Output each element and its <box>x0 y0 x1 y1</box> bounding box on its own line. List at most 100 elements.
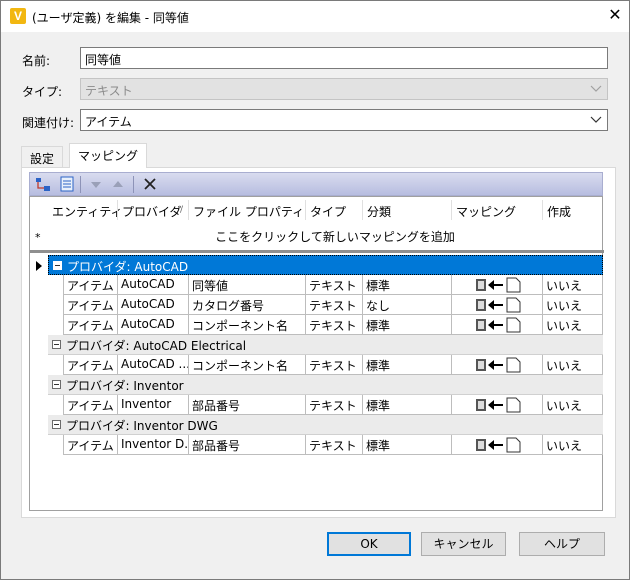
table-row[interactable]: アイテム AutoCAD カタログ番号 テキスト なし いいえ <box>63 295 603 315</box>
cell-create: いいえ <box>543 295 603 315</box>
group-header[interactable]: プロバイダ: Inventor DWG <box>48 415 603 435</box>
mapping-direction-icon <box>476 297 521 313</box>
tab-mapping[interactable]: マッピング <box>69 143 148 168</box>
close-icon[interactable]: ✕ <box>605 5 625 25</box>
column-header-file-property[interactable]: ファイル プロパティ <box>189 197 308 223</box>
cell-file-property: コンポーネント名 <box>189 355 306 375</box>
table-row[interactable]: アイテム AutoCAD コンポーネント名 テキスト 標準 いいえ <box>63 315 603 335</box>
name-field[interactable]: 同等値 <box>80 47 608 69</box>
help-button[interactable]: ヘルプ <box>519 532 605 556</box>
table-row[interactable]: アイテム Inventor 部品番号 テキスト 標準 いいえ <box>63 395 603 415</box>
sort-indicator-icon: / <box>180 205 184 215</box>
cell-provider: AutoCAD ... <box>118 355 189 375</box>
ok-button[interactable]: OK <box>327 532 411 556</box>
cell-create: いいえ <box>543 395 603 415</box>
cell-mapping <box>452 395 543 415</box>
cell-type: テキスト <box>306 435 363 455</box>
add-mapping-icon[interactable] <box>35 176 51 192</box>
cell-type: テキスト <box>306 395 363 415</box>
table-row[interactable]: アイテム AutoCAD 同等値 テキスト 標準 いいえ <box>63 275 603 295</box>
document-list-icon[interactable] <box>59 176 75 192</box>
cell-type: テキスト <box>306 275 363 295</box>
cell-type: テキスト <box>306 355 363 375</box>
title-bar: V (ユーザ定義) を編集 - 同等値 ✕ <box>1 1 629 32</box>
cell-classification: なし <box>363 295 452 315</box>
type-label: タイプ: <box>22 85 63 99</box>
column-header-entity[interactable]: エンティティ <box>48 197 127 223</box>
delete-icon[interactable] <box>142 176 158 192</box>
toolbar-separator <box>133 176 134 193</box>
cell-classification: 標準 <box>363 355 452 375</box>
type-select-value: テキスト <box>85 84 133 98</box>
collapse-icon[interactable] <box>53 261 62 270</box>
cell-file-property: 部品番号 <box>189 395 306 415</box>
cell-classification: 標準 <box>363 435 452 455</box>
column-header-create[interactable]: 作成 <box>543 197 575 223</box>
toolbar-separator <box>80 176 81 193</box>
name-label: 名前: <box>22 54 51 68</box>
mapping-direction-icon <box>476 357 521 373</box>
dialog-window: V (ユーザ定義) を編集 - 同等値 ✕ 名前: 同等値 タイプ: テキスト … <box>0 0 630 580</box>
tab-settings[interactable]: 設定 <box>21 146 64 168</box>
cell-provider: AutoCAD <box>118 315 189 335</box>
cell-file-property: コンポーネント名 <box>189 315 306 335</box>
window-title: (ユーザ定義) を編集 - 同等値 <box>32 11 189 25</box>
cell-type: テキスト <box>306 295 363 315</box>
group-header[interactable]: プロバイダ: AutoCAD <box>48 255 603 275</box>
cancel-button[interactable]: キャンセル <box>421 532 506 556</box>
mapping-direction-icon <box>476 277 521 293</box>
group-header[interactable]: プロバイダ: Inventor <box>48 375 603 395</box>
cell-entity: アイテム <box>63 435 118 455</box>
table-row[interactable]: アイテム Inventor D... 部品番号 テキスト 標準 いいえ <box>63 435 603 455</box>
name-field-value: 同等値 <box>85 53 122 67</box>
group-label: プロバイダ: Inventor <box>66 379 184 393</box>
cell-provider: Inventor D... <box>118 435 189 455</box>
move-down-icon <box>88 176 104 192</box>
cell-file-property: 部品番号 <box>189 435 306 455</box>
cell-create: いいえ <box>543 435 603 455</box>
cell-type: テキスト <box>306 315 363 335</box>
table-row[interactable]: アイテム AutoCAD ... コンポーネント名 テキスト 標準 いいえ <box>63 355 603 375</box>
group-label: プロバイダ: AutoCAD Electrical <box>66 339 247 353</box>
mapping-toolbar <box>29 172 603 196</box>
cell-classification: 標準 <box>363 395 452 415</box>
group-header[interactable]: プロバイダ: AutoCAD Electrical <box>48 335 603 355</box>
mapping-direction-icon <box>476 437 521 453</box>
cell-mapping <box>452 275 543 295</box>
cell-provider: AutoCAD <box>118 275 189 295</box>
column-header-provider[interactable]: プロバイダ <box>118 197 186 223</box>
cell-classification: 標準 <box>363 275 452 295</box>
column-header-type[interactable]: タイプ <box>306 197 350 223</box>
collapse-icon[interactable] <box>52 380 61 389</box>
move-up-icon <box>110 176 126 192</box>
cell-mapping <box>452 355 543 375</box>
cell-entity: アイテム <box>63 275 118 295</box>
assoc-select-value: アイテム <box>85 115 132 129</box>
cell-entity: アイテム <box>63 355 118 375</box>
assoc-select[interactable]: アイテム <box>80 109 608 131</box>
chevron-down-icon <box>590 81 602 95</box>
cell-entity: アイテム <box>63 315 118 335</box>
cell-file-property: 同等値 <box>189 275 306 295</box>
type-select: テキスト <box>80 78 608 100</box>
cell-create: いいえ <box>543 315 603 335</box>
chevron-down-icon[interactable] <box>590 112 602 126</box>
cell-create: いいえ <box>543 275 603 295</box>
collapse-icon[interactable] <box>52 420 61 429</box>
add-mapping-row[interactable]: ここをクリックして新しいマッピングを追加 <box>30 228 604 245</box>
cell-provider: Inventor <box>118 395 189 415</box>
cell-provider: AutoCAD <box>118 295 189 315</box>
group-label: プロバイダ: AutoCAD <box>67 260 189 274</box>
group-label: プロバイダ: Inventor DWG <box>66 419 218 433</box>
cell-mapping <box>452 295 543 315</box>
mapping-direction-icon <box>476 317 521 333</box>
cell-create: いいえ <box>543 355 603 375</box>
cell-classification: 標準 <box>363 315 452 335</box>
column-header-mapping[interactable]: マッピング <box>452 197 520 223</box>
assoc-label: 関連付け: <box>22 116 75 130</box>
column-header-classification[interactable]: 分類 <box>363 197 395 223</box>
collapse-icon[interactable] <box>52 340 61 349</box>
cell-mapping <box>452 435 543 455</box>
cell-file-property: カタログ番号 <box>189 295 306 315</box>
new-row-divider <box>30 250 604 253</box>
